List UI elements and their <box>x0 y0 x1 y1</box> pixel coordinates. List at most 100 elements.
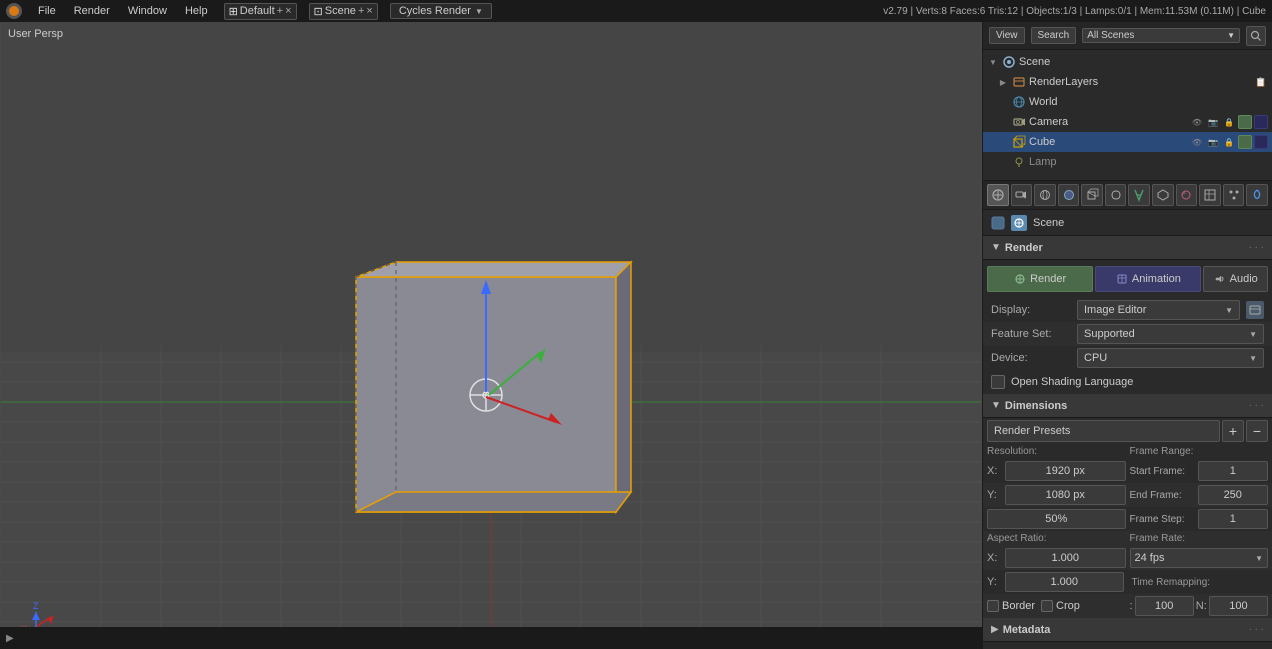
tree-item-world[interactable]: ▶ World <box>983 92 1272 112</box>
outliner-search-btn[interactable]: Search <box>1031 27 1077 44</box>
start-frame-input[interactable]: 1 <box>1198 461 1269 481</box>
cube-edit[interactable] <box>1254 135 1268 149</box>
cube-vis[interactable]: 👁 <box>1190 135 1204 149</box>
camera-lock[interactable]: 🔒 <box>1222 115 1236 129</box>
end-frame-input[interactable]: 250 <box>1198 485 1269 505</box>
prop-btn-data[interactable] <box>1152 184 1174 206</box>
tree-item-lamp[interactable]: ▶ Lamp <box>983 152 1272 172</box>
prop-btn-world[interactable] <box>1058 184 1080 206</box>
camera-active[interactable] <box>1238 115 1252 129</box>
layout-add[interactable]: + <box>277 5 283 17</box>
outliner-search-icon[interactable] <box>1246 26 1266 46</box>
tree-label-scene: Scene <box>1019 56 1050 68</box>
aspect-y-input[interactable]: 1.000 <box>1005 572 1124 592</box>
y-label: Y: <box>987 489 1003 501</box>
scene-label-row: Scene <box>983 210 1272 236</box>
window-selector[interactable]: ⊡ Scene + × <box>309 3 378 20</box>
aspectx-fps-row: X: 1.000 24 fps ▼ <box>983 546 1272 570</box>
prop-btn-texture[interactable] <box>1199 184 1221 206</box>
frame-step-input[interactable]: 1 <box>1198 509 1269 529</box>
engine-selector[interactable]: Cycles Render ▼ <box>390 3 492 19</box>
prop-btn-modifier[interactable] <box>1128 184 1150 206</box>
pct-framestep-row: 50% Frame Step: 1 <box>983 507 1272 531</box>
device-dropdown[interactable]: CPU ▼ <box>1077 348 1264 368</box>
render-presets-dropdown[interactable]: Render Presets <box>987 420 1220 442</box>
aspect-x-input[interactable]: 1.000 <box>1005 548 1126 568</box>
cube-render[interactable]: 📷 <box>1206 135 1220 149</box>
prop-btn-scene[interactable] <box>1034 184 1056 206</box>
menu-render[interactable]: Render <box>70 3 114 19</box>
presets-remove-btn[interactable]: − <box>1246 420 1268 442</box>
display-icon-btn[interactable] <box>1246 301 1264 319</box>
resolution-x-row: X: 1920 px <box>987 460 1126 482</box>
prop-btn-material[interactable] <box>1176 184 1198 206</box>
outliner-view-btn[interactable]: View <box>989 27 1025 44</box>
tree-label-world: World <box>1029 96 1058 108</box>
tree-expand-scene[interactable]: ▼ <box>987 56 999 68</box>
cube-active[interactable] <box>1238 135 1252 149</box>
window-close[interactable]: × <box>366 5 372 17</box>
render-section-header[interactable]: ▼ Render · · · <box>983 236 1272 260</box>
outliner-tree: ▼ Scene ▶ RenderLayers 📋 ▶ <box>983 50 1272 180</box>
pct-input[interactable]: 50% <box>987 509 1126 529</box>
render-button[interactable]: Render <box>987 266 1093 292</box>
x-input[interactable]: 1920 px <box>1005 461 1126 481</box>
display-dropdown[interactable]: Image Editor ▼ <box>1077 300 1240 320</box>
tree-item-scene[interactable]: ▼ Scene <box>983 52 1272 72</box>
renderlayers-action-1[interactable]: 📋 <box>1254 75 1268 89</box>
tree-item-camera[interactable]: ▶ Camera 👁 📷 🔒 <box>983 112 1272 132</box>
camera-edit[interactable] <box>1254 115 1268 129</box>
y-input[interactable]: 1080 px <box>1005 485 1126 505</box>
dimensions-dots: · · · <box>1248 400 1264 411</box>
menu-file[interactable]: File <box>34 3 60 19</box>
window-icon: ⊡ <box>314 5 323 18</box>
layout-selector[interactable]: ⊞ Default + × <box>224 3 297 20</box>
prop-btn-constraints[interactable] <box>1105 184 1127 206</box>
fps-dropdown[interactable]: 24 fps ▼ <box>1130 548 1269 568</box>
prop-btn-render[interactable] <box>987 184 1009 206</box>
new-value-input[interactable]: 100 <box>1209 596 1268 616</box>
border-label: Border <box>1002 600 1035 612</box>
open-shading-label: Open Shading Language <box>1011 376 1133 388</box>
border-timeremap-values-row: Border Crop : 100 N: 100 <box>983 594 1272 618</box>
crop-checkbox[interactable] <box>1041 600 1053 612</box>
frame-range-label: Frame Range: <box>1126 446 1269 457</box>
prop-btn-physics[interactable] <box>1246 184 1268 206</box>
aspect-x-row: X: 1.000 <box>987 547 1126 569</box>
audio-button[interactable]: Audio <box>1203 266 1268 292</box>
main-layout: User Persp <box>0 22 1272 649</box>
camera-render[interactable]: 📷 <box>1206 115 1220 129</box>
animation-button[interactable]: Animation <box>1095 266 1201 292</box>
feature-set-label: Feature Set: <box>991 328 1071 340</box>
menu-window[interactable]: Window <box>124 3 171 19</box>
menu-help[interactable]: Help <box>181 3 212 19</box>
dimensions-section-header[interactable]: ▼ Dimensions · · · <box>983 394 1272 418</box>
tree-label-lamp: Lamp <box>1029 156 1057 168</box>
prop-btn-object[interactable] <box>1081 184 1103 206</box>
prop-btn-particles[interactable] <box>1223 184 1245 206</box>
cube-lock[interactable]: 🔒 <box>1222 135 1236 149</box>
prop-btn-camera[interactable] <box>1011 184 1033 206</box>
viewport[interactable]: User Persp <box>0 22 982 649</box>
old-value-input[interactable]: 100 <box>1135 596 1194 616</box>
scene-expand-btn[interactable] <box>991 216 1005 230</box>
end-frame-row: End Frame: 250 <box>1130 484 1269 506</box>
tree-item-renderlayers[interactable]: ▶ RenderLayers 📋 <box>983 72 1272 92</box>
render-buttons: Render Animation Audio <box>983 260 1272 298</box>
window-add[interactable]: + <box>358 5 364 17</box>
border-checkbox[interactable] <box>987 600 999 612</box>
top-menu: File Render Window Help <box>34 3 212 19</box>
fps-row: 24 fps ▼ <box>1130 547 1269 569</box>
open-shading-checkbox[interactable] <box>991 375 1005 389</box>
feature-set-dropdown[interactable]: Supported ▼ <box>1077 324 1264 344</box>
metadata-section-header[interactable]: ▶ Metadata · · · <box>983 618 1272 642</box>
layout-close[interactable]: × <box>285 5 291 17</box>
tree-item-cube[interactable]: ▶ Cube 👁 📷 🔒 <box>983 132 1272 152</box>
presets-add-btn[interactable]: + <box>1222 420 1244 442</box>
camera-vis[interactable]: 👁 <box>1190 115 1204 129</box>
scenes-dropdown[interactable]: All Scenes ▼ <box>1082 28 1240 43</box>
metadata-arrow: ▶ <box>991 624 999 635</box>
aspect-frame-labels: Aspect Ratio: Frame Rate: <box>983 531 1272 546</box>
outliner-header: View Search All Scenes ▼ <box>983 22 1272 50</box>
pct-row: 50% <box>987 508 1126 530</box>
